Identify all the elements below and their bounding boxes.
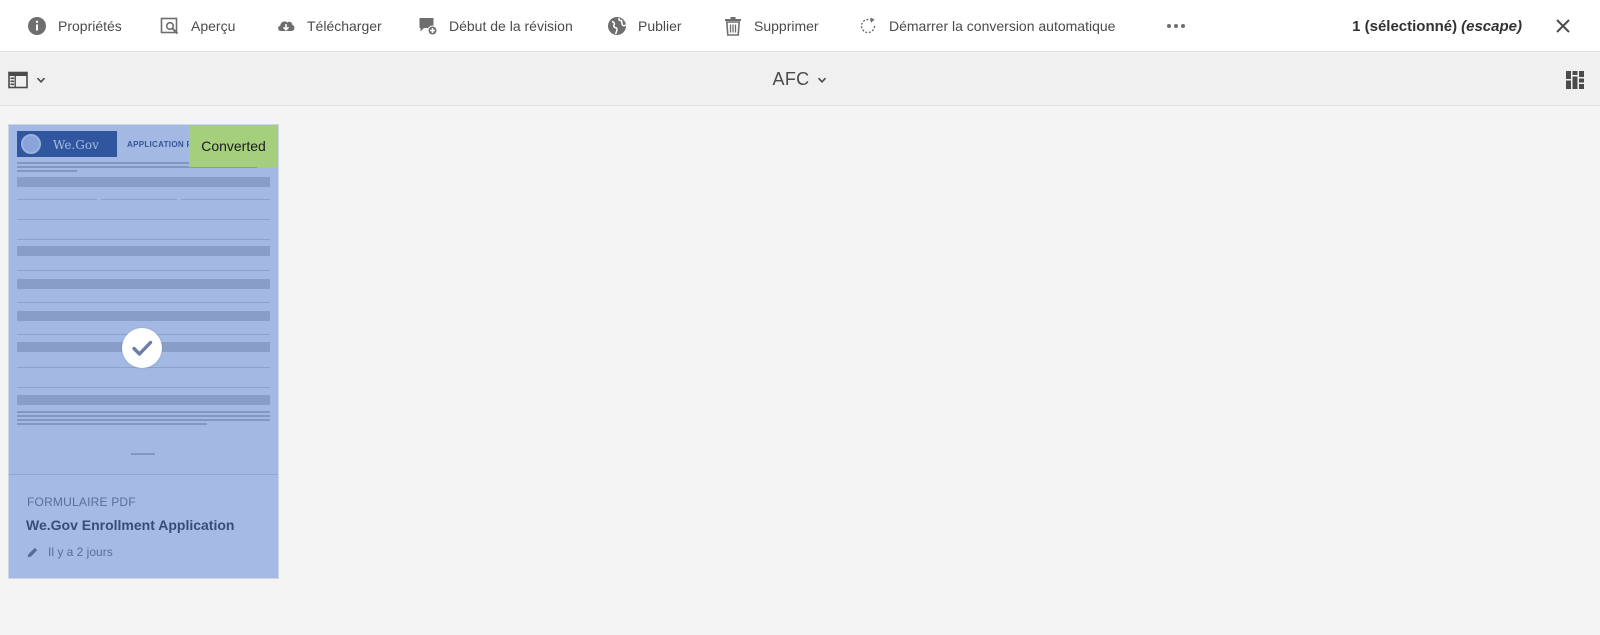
asset-meta: Formulaire PDF We.Gov Enrollment Applica… <box>9 475 278 578</box>
document-text-line <box>17 423 207 425</box>
asset-card[interactable]: We.Gov APPLICATION FOR FORMULAIRE PDF We… <box>8 124 279 579</box>
folder-title-wrapper: AFC <box>0 53 1600 106</box>
document-text-line <box>17 415 270 417</box>
chevron-down-icon <box>818 77 827 83</box>
rail-toggle-button[interactable] <box>8 69 56 91</box>
document-page-number <box>131 453 155 455</box>
checkmark-icon <box>132 340 153 356</box>
seal-icon <box>21 134 41 154</box>
document-field <box>181 199 270 200</box>
document-section-bar <box>17 395 270 405</box>
action-bar: Propriétés Aperçu Télécharger Début de l… <box>0 0 1600 52</box>
more-actions-button[interactable] <box>1162 14 1190 38</box>
delete-label: Supprimer <box>754 18 819 34</box>
document-field <box>17 270 270 271</box>
document-text-line <box>17 419 270 421</box>
document-preview: We.Gov APPLICATION FOR <box>17 131 270 471</box>
asset-type: Formulaire PDF <box>27 495 136 509</box>
close-selection-button[interactable] <box>1553 16 1573 36</box>
publish-button[interactable]: Publier <box>606 0 682 52</box>
folder-title-button[interactable]: AFC <box>773 69 828 90</box>
asset-title: We.Gov Enrollment Application <box>26 517 235 533</box>
start-review-button[interactable]: Début de la révision <box>417 0 573 52</box>
status-badge: Converted <box>189 125 278 167</box>
document-section-bar <box>17 246 270 256</box>
asset-modified: Il y a 2 jours <box>27 545 113 559</box>
document-field <box>101 199 177 200</box>
close-icon <box>1556 19 1570 33</box>
document-field <box>17 199 97 200</box>
more-icon-dot <box>1181 24 1185 28</box>
folder-title: AFC <box>772 69 810 89</box>
document-text-line <box>17 411 270 413</box>
document-field <box>17 219 270 220</box>
pencil-icon <box>27 547 38 557</box>
selection-escape-hint: (escape) <box>1461 17 1522 35</box>
start-review-label: Début de la révision <box>449 18 573 34</box>
start-review-icon <box>417 15 439 37</box>
secondary-toolbar: AFC <box>0 53 1600 106</box>
document-text-line <box>17 170 77 172</box>
trash-icon <box>722 15 744 37</box>
properties-label: Propriétés <box>58 18 122 34</box>
more-icon-dot <box>1174 24 1178 28</box>
refresh-icon <box>857 15 879 37</box>
document-field <box>17 239 270 240</box>
document-section-bar <box>17 279 270 289</box>
selection-status: 1 (sélectionné) (escape) <box>1352 0 1522 52</box>
asset-thumbnail: We.Gov APPLICATION FOR <box>9 125 278 475</box>
info-icon <box>26 15 48 37</box>
properties-button[interactable]: Propriétés <box>26 0 122 52</box>
chevron-down-icon <box>36 77 46 83</box>
card-view-icon <box>1566 71 1584 89</box>
download-button[interactable]: Télécharger <box>275 0 382 52</box>
document-field <box>17 387 270 388</box>
document-section-bar <box>17 311 270 321</box>
document-section-bar <box>17 177 270 187</box>
preview-label: Aperçu <box>191 18 236 34</box>
preview-button[interactable]: Aperçu <box>159 0 235 52</box>
asset-modified-text: Il y a 2 jours <box>48 545 113 559</box>
document-field <box>17 302 270 303</box>
preview-icon <box>159 15 181 37</box>
start-auto-conversion-button[interactable]: Démarrer la conversion automatique <box>857 0 1115 52</box>
publish-label: Publier <box>638 18 682 34</box>
selection-count: 1 (sélectionné) <box>1352 17 1458 35</box>
view-switcher-button[interactable] <box>1566 71 1584 89</box>
start-auto-conversion-label: Démarrer la conversion automatique <box>889 18 1116 34</box>
document-brand: We.Gov <box>53 138 99 152</box>
delete-button[interactable]: Supprimer <box>722 0 819 52</box>
more-icon <box>1167 24 1171 28</box>
download-label: Télécharger <box>307 18 382 34</box>
selection-check[interactable] <box>122 328 162 368</box>
globe-icon <box>606 15 628 37</box>
rail-toggle-icon <box>8 71 28 89</box>
cloud-download-icon <box>275 15 297 37</box>
document-banner: We.Gov <box>17 131 117 157</box>
